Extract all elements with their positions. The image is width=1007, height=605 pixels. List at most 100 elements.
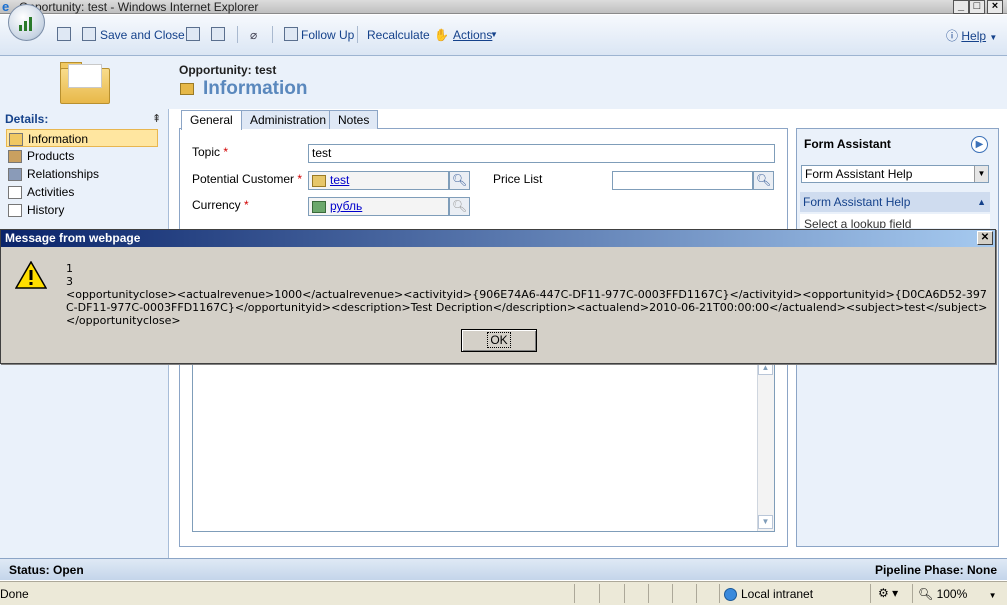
nav-item-label: Products xyxy=(27,149,75,163)
help-label: Help xyxy=(961,29,987,43)
message-line: 3 xyxy=(66,275,73,288)
browser-status-text: Done xyxy=(0,587,29,601)
save-new-icon[interactable] xyxy=(186,27,200,41)
currency-lookup[interactable]: рубль xyxy=(308,197,449,216)
nav-header: Details: xyxy=(5,112,49,126)
window-titlebar: e Opportunity: test - Windows Internet E… xyxy=(0,0,1007,14)
nav-item-products[interactable]: Products xyxy=(6,147,158,165)
zoom-control[interactable]: 🔍︎ 100% ▼ xyxy=(918,587,997,601)
required-mark: * xyxy=(297,172,303,186)
account-icon xyxy=(312,174,326,187)
form-assistant-section[interactable]: Form Assistant Help ▲ xyxy=(800,192,990,212)
form-assistant-section-label: Form Assistant Help xyxy=(803,195,911,209)
nav-item-label: Activities xyxy=(27,185,75,199)
topic-field[interactable]: test xyxy=(308,144,775,163)
follow-up-icon[interactable] xyxy=(284,27,298,41)
page-title: Information xyxy=(203,78,308,99)
status-cell xyxy=(648,584,649,603)
status-text: Status: Open xyxy=(9,563,84,577)
protected-mode-icon[interactable]: ⚙ ▾ xyxy=(878,586,898,600)
toolbar-separator xyxy=(237,26,238,43)
message-line: 1 xyxy=(66,262,73,275)
description-textarea[interactable]: ▲ ▼ xyxy=(192,357,775,532)
pricelist-label: Price List xyxy=(493,172,543,186)
relationships-icon xyxy=(8,168,22,182)
customer-link[interactable]: test xyxy=(330,173,349,187)
history-icon xyxy=(8,204,22,218)
status-cell xyxy=(912,584,913,603)
crm-logo-icon[interactable] xyxy=(8,4,45,41)
information-icon xyxy=(9,133,23,147)
chevron-down-icon: ▼ xyxy=(988,591,997,600)
pricelist-field[interactable] xyxy=(612,171,753,190)
scrollbar[interactable]: ▲ ▼ xyxy=(757,358,774,531)
message-line: <opportunityclose><actualrevenue>1000</a… xyxy=(66,288,988,327)
currency-link[interactable]: рубль xyxy=(330,199,362,213)
form-assistant-body: Select a lookup field xyxy=(800,214,990,228)
recalculate-button[interactable]: Recalculate xyxy=(367,27,430,43)
folder-icon xyxy=(60,62,112,106)
tab-notes[interactable]: Notes xyxy=(329,110,379,129)
tab-general[interactable]: General xyxy=(181,110,242,130)
help-icon: ⓘ xyxy=(946,29,959,43)
zone-label: Local intranet xyxy=(741,587,814,601)
form-assistant-selected: Form Assistant Help xyxy=(805,167,913,181)
collapse-icon[interactable]: ⇞ xyxy=(152,112,161,125)
currency-label-text: Currency xyxy=(192,198,241,212)
actions-icon[interactable]: ✋ xyxy=(434,27,449,43)
security-zone[interactable]: Local intranet xyxy=(724,587,814,602)
ok-button-label: OK xyxy=(487,332,511,348)
chevron-down-icon: ▼ xyxy=(974,166,988,182)
globe-icon xyxy=(724,588,737,602)
collapse-icon: ▲ xyxy=(977,197,986,207)
nav-item-information[interactable]: Information xyxy=(6,129,158,147)
ok-button[interactable]: OK xyxy=(461,329,537,352)
topic-label-text: Topic xyxy=(192,145,221,159)
message-dialog: Message from webpage ✕ 1 3 <opportunityc… xyxy=(0,229,996,364)
nav-item-relationships[interactable]: Relationships xyxy=(6,165,158,183)
save-icon[interactable] xyxy=(57,27,71,41)
form-assistant-select[interactable]: Form Assistant Help ▼ xyxy=(801,165,989,183)
maximize-button[interactable]: □ xyxy=(969,0,985,14)
toolbar-separator xyxy=(272,26,273,43)
close-window-button[interactable]: × xyxy=(987,0,1003,14)
lookup-icon[interactable]: 🔍︎ xyxy=(449,171,470,190)
save-close-icon[interactable] xyxy=(82,27,96,41)
currency-label: Currency * xyxy=(192,198,249,212)
arrow-right-icon[interactable]: ▶ xyxy=(971,136,988,153)
status-cell xyxy=(672,584,673,603)
required-mark: * xyxy=(244,198,249,212)
warning-icon xyxy=(15,261,47,289)
dialog-titlebar: Message from webpage ✕ xyxy=(1,230,995,247)
scroll-down-icon[interactable]: ▼ xyxy=(758,515,773,529)
dialog-message: 1 3 <opportunityclose><actualrevenue>100… xyxy=(66,262,991,327)
tab-administration[interactable]: Administration xyxy=(241,110,336,129)
attach-icon[interactable]: ⌀ xyxy=(250,27,257,43)
window-title: Opportunity: test - Windows Internet Exp… xyxy=(19,0,259,14)
status-cell xyxy=(599,584,600,603)
browser-status-bar: Done Local intranet ⚙ ▾ 🔍︎ 100% ▼ xyxy=(0,581,1007,605)
minimize-button[interactable]: _ xyxy=(953,0,969,14)
nav-item-label: Information xyxy=(28,132,89,146)
status-cell xyxy=(696,584,697,603)
chevron-down-icon[interactable]: ▼ xyxy=(490,27,498,43)
form-title-icon xyxy=(180,83,194,95)
status-cell xyxy=(870,584,871,603)
follow-up-button[interactable]: Follow Up xyxy=(301,27,354,43)
lookup-icon[interactable]: 🔍︎ xyxy=(753,171,774,190)
actions-menu[interactable]: Actions xyxy=(453,27,492,43)
dialog-close-button[interactable]: ✕ xyxy=(977,231,993,245)
chevron-down-icon: ▼ xyxy=(989,33,998,42)
status-cell xyxy=(574,584,575,603)
required-mark: * xyxy=(223,145,229,159)
status-cell xyxy=(624,584,625,603)
nav-item-history[interactable]: History xyxy=(6,201,158,219)
form-status-bar: Status: Open Pipeline Phase: None xyxy=(0,558,1007,580)
help-menu[interactable]: ⓘ Help ▼ xyxy=(946,27,997,44)
customer-lookup[interactable]: test xyxy=(308,171,449,190)
save-close-button[interactable]: Save and Close xyxy=(100,27,185,43)
customer-label: Potential Customer * xyxy=(192,172,302,186)
nav-item-activities[interactable]: Activities xyxy=(6,183,158,201)
print-icon[interactable] xyxy=(211,27,225,41)
lookup-icon[interactable]: 🔍︎ xyxy=(449,197,470,216)
